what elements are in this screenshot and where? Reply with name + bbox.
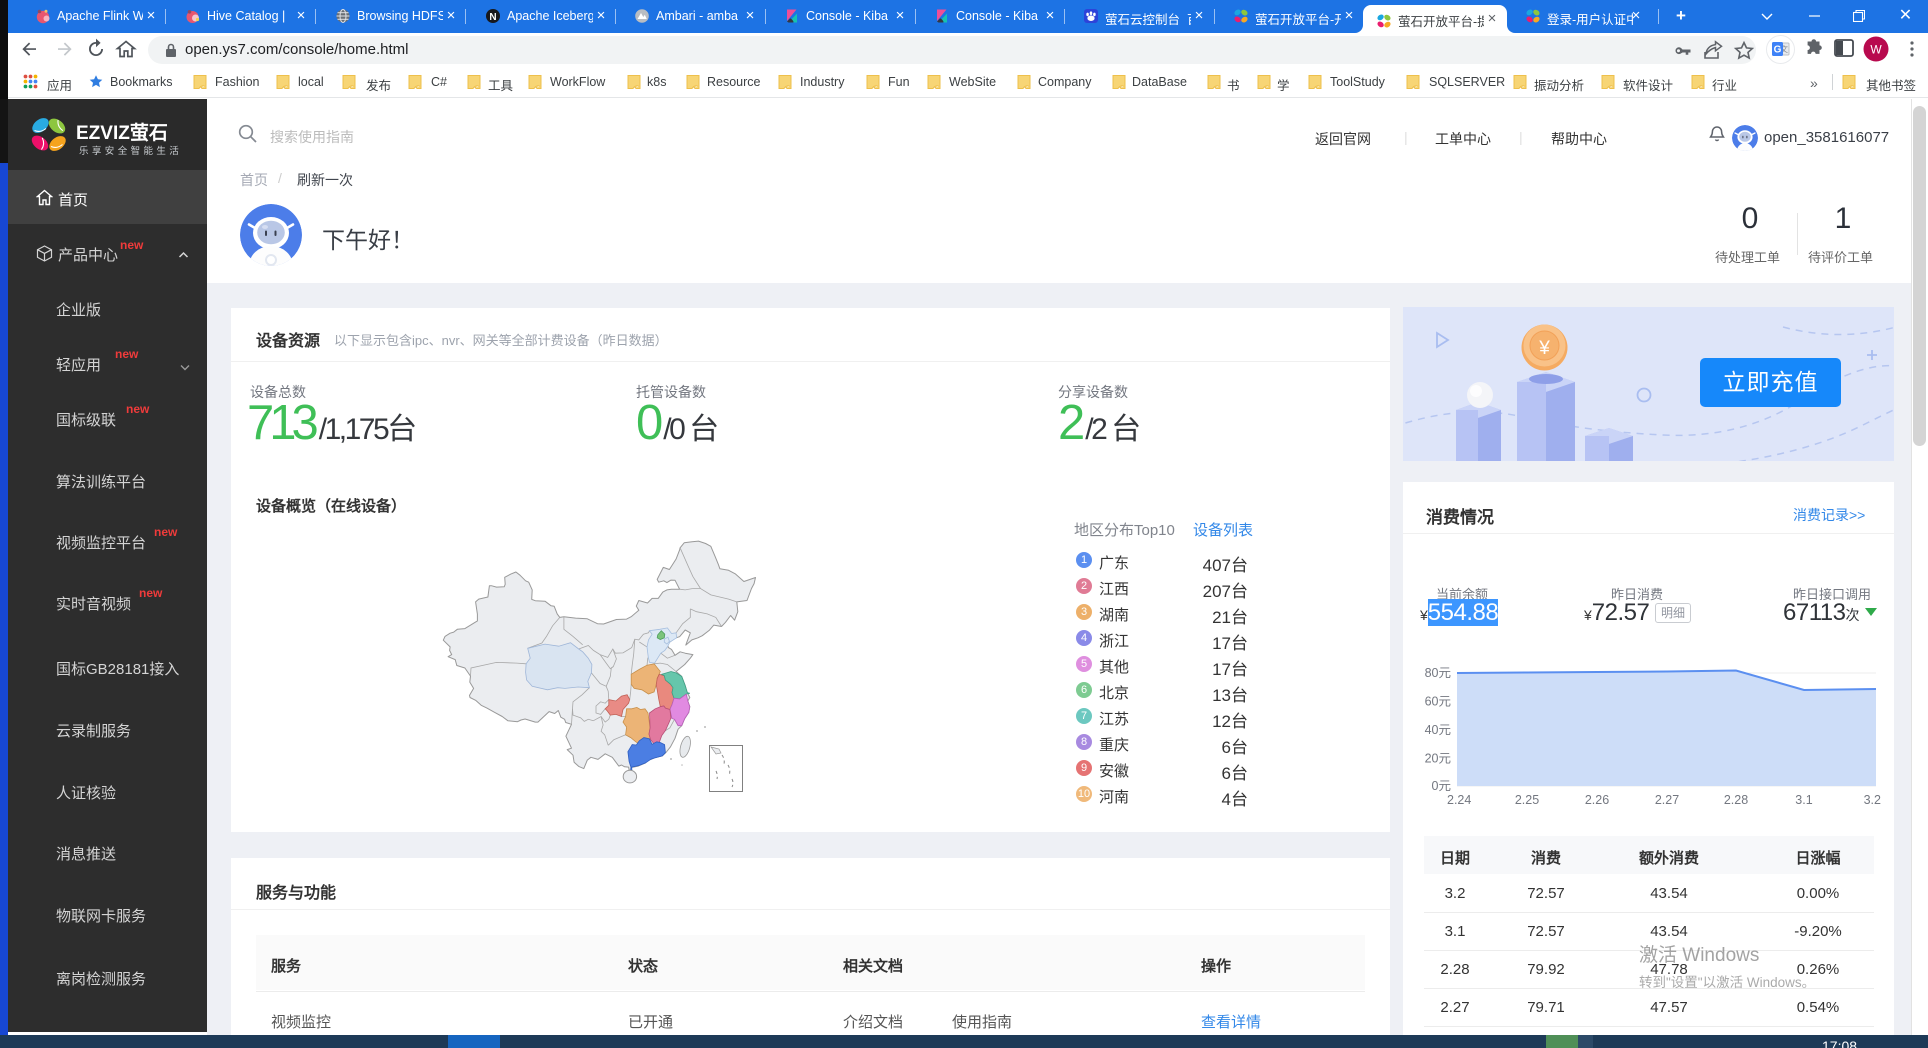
- svg-text:W: W: [1870, 43, 1882, 57]
- svg-text:2.28: 2.28: [1724, 793, 1748, 807]
- svg-text:80元: 80元: [1425, 666, 1451, 680]
- svg-text:2.26: 2.26: [1585, 793, 1609, 807]
- svg-text:0元: 0元: [1432, 779, 1451, 793]
- svg-text:60元: 60元: [1425, 695, 1451, 709]
- svg-text:2.27: 2.27: [1655, 793, 1679, 807]
- svg-text:3.2: 3.2: [1864, 793, 1881, 807]
- svg-text:40元: 40元: [1425, 723, 1451, 737]
- svg-text:3.1: 3.1: [1795, 793, 1812, 807]
- svg-text:2.24: 2.24: [1447, 793, 1471, 807]
- svg-text:N: N: [489, 12, 496, 23]
- svg-text:20元: 20元: [1425, 752, 1451, 766]
- svg-text:2.25: 2.25: [1515, 793, 1539, 807]
- svg-text:¥: ¥: [1538, 338, 1550, 359]
- svg-text:G: G: [1774, 45, 1782, 56]
